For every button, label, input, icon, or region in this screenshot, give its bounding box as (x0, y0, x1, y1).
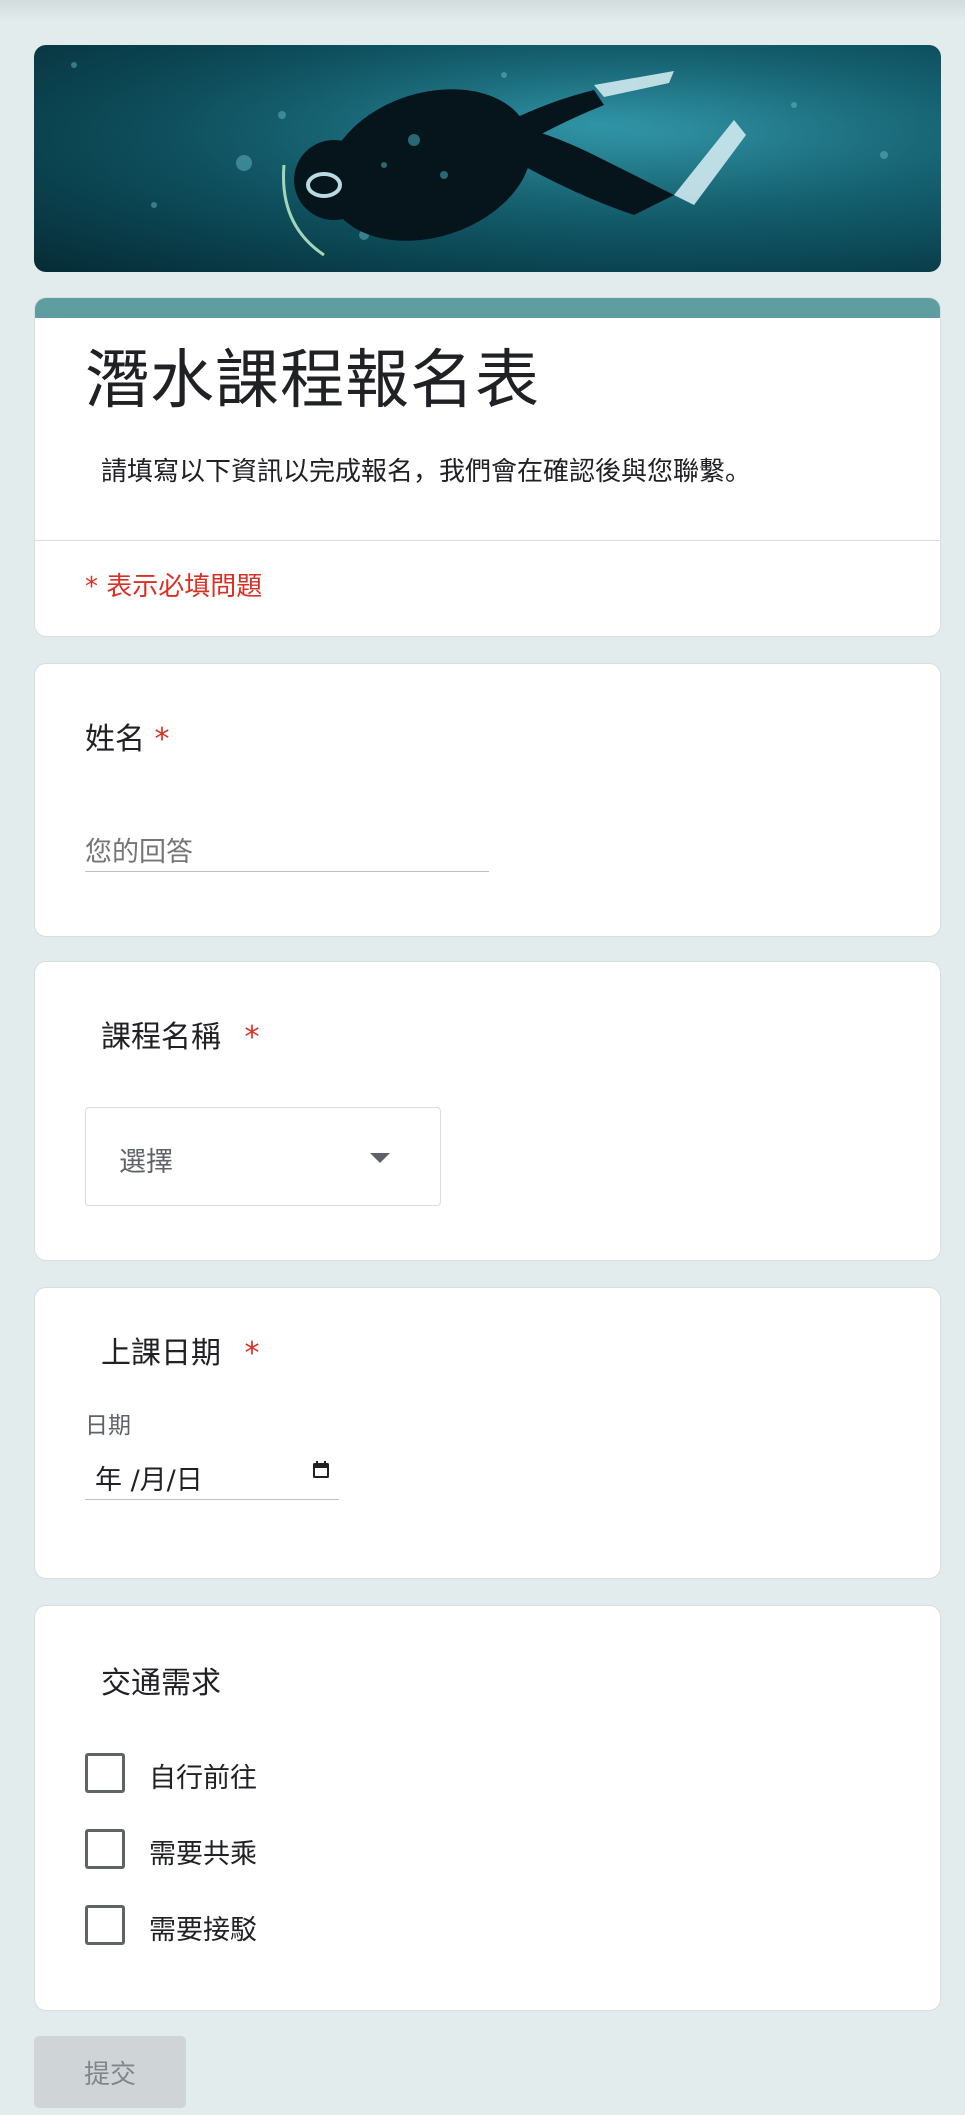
header-banner-image (34, 45, 941, 272)
question-title: 上課日期 (101, 1336, 221, 1371)
checkbox-label: 需要接駁 (149, 1915, 257, 1946)
question-title: 姓名 (85, 722, 145, 757)
date-value: 年 /月/日 (95, 1465, 203, 1496)
required-note: * 表示必填問題 (85, 572, 263, 602)
submit-button[interactable]: 提交 (34, 2036, 186, 2108)
accent-bar (35, 298, 940, 318)
question-card-name: 姓名 * (34, 663, 941, 937)
form-title: 潛水課程報名表 (85, 344, 540, 418)
required-star: * (244, 1020, 260, 1055)
course-select[interactable]: 選擇 (85, 1107, 441, 1206)
question-title: 課程名稱 (101, 1020, 221, 1055)
checkbox-option[interactable]: 需要共乘 (85, 1828, 485, 1870)
form-header-card: 潛水課程報名表 請填寫以下資訊以完成報名，我們會在確認後與您聯繫。 * 表示必填… (34, 297, 941, 637)
checkbox-label: 需要共乘 (149, 1839, 257, 1870)
date-input[interactable]: 年 /月/日 (85, 1448, 339, 1500)
question-card-course: 課程名稱 * 選擇 (34, 961, 941, 1261)
select-value: 選擇 (119, 1147, 173, 1178)
date-caption: 日期 (85, 1413, 131, 1439)
question-label-transport: 交通需求 (101, 1658, 221, 1702)
question-title: 交通需求 (101, 1666, 221, 1701)
top-shade (0, 0, 965, 22)
question-card-date: 上課日期 * 日期 年 /月/日 (34, 1287, 941, 1579)
divider (35, 540, 940, 541)
checkbox[interactable] (85, 1905, 125, 1945)
checkbox[interactable] (85, 1829, 125, 1869)
checkbox-label: 自行前往 (149, 1763, 257, 1794)
question-card-transport: 交通需求 自行前往 需要共乘 需要接駁 (34, 1605, 941, 2011)
dropdown-arrow-icon (370, 1153, 390, 1163)
question-label-name: 姓名 * (85, 714, 170, 758)
form-description: 請填寫以下資訊以完成報名，我們會在確認後與您聯繫。 (101, 457, 752, 487)
checkbox[interactable] (85, 1753, 125, 1793)
question-label-course: 課程名稱 * (101, 1012, 260, 1056)
required-star: * (244, 1336, 260, 1371)
checkbox-option[interactable]: 自行前往 (85, 1752, 485, 1794)
required-star: * (154, 722, 170, 757)
checkbox-option[interactable]: 需要接駁 (85, 1904, 485, 1946)
calendar-icon[interactable] (311, 1460, 331, 1480)
name-input[interactable] (85, 824, 489, 872)
question-label-date: 上課日期 * (101, 1328, 260, 1372)
